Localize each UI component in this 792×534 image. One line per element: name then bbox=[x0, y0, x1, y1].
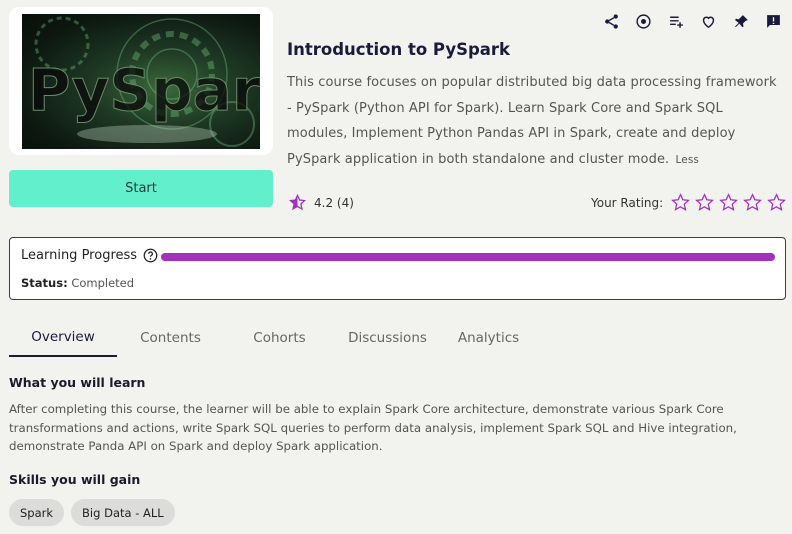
help-icon[interactable] bbox=[143, 248, 158, 263]
learning-progress-panel: Learning Progress Status: Completed bbox=[9, 237, 786, 300]
skills-heading: Skills you will gain bbox=[9, 472, 141, 487]
skills-list: Spark Big Data - ALL bbox=[9, 499, 175, 526]
status-value: Completed bbox=[71, 276, 135, 290]
share-icon[interactable] bbox=[595, 11, 628, 31]
course-description: This course focuses on popular distribut… bbox=[287, 70, 783, 173]
status-label: Status: bbox=[21, 276, 68, 290]
star-icon-3[interactable] bbox=[719, 193, 739, 212]
pin-icon[interactable] bbox=[725, 11, 758, 31]
learning-progress-label: Learning Progress bbox=[21, 248, 138, 263]
star-icon-1[interactable] bbox=[671, 193, 691, 212]
playlist-add-icon[interactable] bbox=[660, 11, 693, 31]
feedback-icon[interactable] bbox=[758, 11, 791, 31]
learn-heading: What you will learn bbox=[9, 375, 146, 390]
course-description-text: This course focuses on popular distribut… bbox=[287, 75, 777, 167]
tab-contents[interactable]: Contents bbox=[117, 319, 224, 357]
skill-chip[interactable]: Spark bbox=[9, 499, 65, 526]
less-link[interactable]: Less bbox=[676, 154, 699, 166]
course-thumbnail-card: PySpark bbox=[9, 7, 273, 155]
learn-description: After completing this course, the learne… bbox=[9, 402, 737, 453]
tab-discussions[interactable]: Discussions bbox=[335, 319, 440, 357]
your-rating-label: Your Rating: bbox=[591, 195, 664, 210]
skill-chip[interactable]: Big Data - ALL bbox=[71, 499, 175, 526]
start-button[interactable]: Start bbox=[9, 170, 273, 207]
learning-progress-bar bbox=[161, 253, 775, 261]
tab-analytics[interactable]: Analytics bbox=[440, 319, 537, 357]
tab-cohorts[interactable]: Cohorts bbox=[224, 319, 335, 357]
thumbnail-logo-text: PySpark bbox=[28, 56, 260, 124]
heart-icon[interactable] bbox=[693, 11, 726, 31]
learning-progress-heading: Learning Progress bbox=[21, 248, 158, 263]
status-line: Status: Completed bbox=[21, 276, 134, 290]
course-title: Introduction to PySpark bbox=[287, 40, 511, 59]
target-icon[interactable] bbox=[628, 11, 661, 31]
tab-bar: Overview Contents Cohorts Discussions An… bbox=[9, 319, 537, 357]
rating-stars bbox=[671, 193, 787, 212]
star-icon-5[interactable] bbox=[767, 193, 787, 212]
learning-progress-fill bbox=[161, 253, 775, 261]
half-star-icon bbox=[289, 194, 306, 211]
course-thumbnail-image: PySpark bbox=[22, 14, 260, 149]
action-toolbar bbox=[595, 11, 790, 31]
rating-value: 4.2 (4) bbox=[314, 195, 354, 210]
star-icon-2[interactable] bbox=[695, 193, 715, 212]
course-rating: 4.2 (4) bbox=[289, 194, 354, 211]
tab-overview[interactable]: Overview bbox=[9, 319, 117, 357]
star-icon-4[interactable] bbox=[743, 193, 763, 212]
your-rating: Your Rating: bbox=[591, 193, 787, 212]
